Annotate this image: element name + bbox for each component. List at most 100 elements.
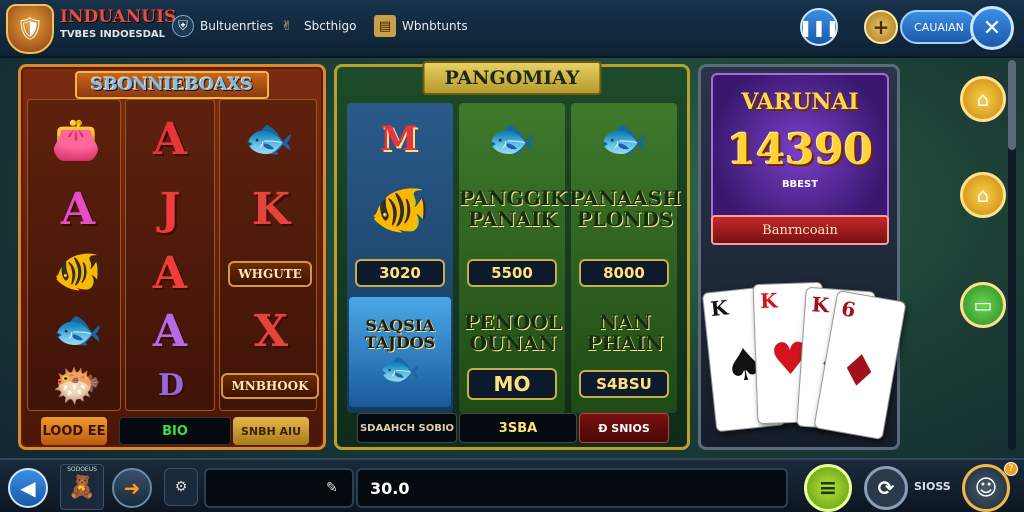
menu-icon: ≡ [818,475,838,501]
panel-title: PANGOMIAY [422,61,602,95]
fish-icon: 🐟 [53,307,103,353]
brand-text: INDUANUIS TVBES INDOESDAL [60,9,176,40]
card-rank: K [709,295,730,322]
add-coins-button[interactable]: + [864,10,898,44]
brand-title: INDUANUIS [60,7,177,27]
scrollbar[interactable] [1008,60,1016,450]
word-symbol: PENOOL OUNAN [464,310,562,355]
shuffle-icon: ✕ [982,15,1002,41]
nav-label: Bultuenrties [200,19,274,33]
jackpot-title: VARUNAI [741,89,859,115]
card-rank: K [759,288,778,314]
back-button[interactable]: ◀ [8,468,48,508]
bottom-bar: ◀ SODOEUS 🧸 ➜ ⚙ ✎ 30.0 ≡ ⟳ SIOSS ☺ ? [0,458,1024,512]
amount-value: 5500 [467,259,557,287]
brand-subtitle: TVBES INDOESDAL [60,29,166,40]
settings-button[interactable]: ⚙ [164,468,198,506]
letter-symbol: A [152,113,188,165]
shop-icon: ⌂ [976,183,990,207]
user-icon: ☺ [974,475,998,501]
promo-button[interactable]: Banrncoain [711,215,889,245]
spin-button[interactable]: Ð SNIOS [579,413,669,443]
bet-label: SDAAHCH SOBIO [357,413,457,443]
ticket-button[interactable]: ▭ [960,282,1006,328]
nav-item-sbcthigo[interactable]: ✌ Sbcthigo [276,12,357,40]
jackpot-sub: BBEST [781,179,819,190]
letter-symbol: A [60,183,96,235]
win-display: 3SBA [459,413,577,443]
fish-icon: 🐟 [378,348,422,389]
fish-icon: 🐠 [370,182,430,238]
shop-button[interactable]: ⌂ [960,172,1006,218]
promo-panel: VARUNAI 14390 BBEST Banrncoain K ♠ K ♥ K… [698,64,907,450]
signin-button[interactable]: CAUAIAN [900,10,978,44]
forward-button[interactable]: ➜ [112,468,152,508]
fish-icon: 🐡 [52,363,102,409]
spin-label[interactable]: SNBH AIU [233,417,309,445]
nav-label: Wbnbtunts [402,19,468,33]
character-icon: 🧸 [68,475,96,500]
amount-value: 8000 [579,259,669,287]
main-nav: ⛨ Bultuenrties ✌ Sbcthigo ▤ Wbnbtunts [166,6,806,46]
bet-display: BIO [119,417,231,445]
card-rank: 6 [839,296,858,323]
amount-value: S4BSU [579,370,669,398]
wallet-symbol-icon: 👛 [51,117,101,163]
letter-symbol: A [152,247,188,299]
brand-logo[interactable]: 🛡 [6,4,54,54]
shield-icon: ⛨ [172,15,194,37]
fish-icon: 🐠 [53,249,103,295]
tile-text: SAQSIA TAJDOS [364,316,436,352]
letter-symbol: K [251,183,291,235]
fish-icon: 🐟 [244,116,294,162]
jackpot-amount: 14390 [726,125,874,174]
word-symbol: PANGGIK PANAIK [458,186,568,231]
nav-label: Sbcthigo [304,19,357,33]
word-symbol-label: MNBHOOK [221,373,319,399]
amount-slot: 5500 [467,257,557,289]
scrollbar-thumb[interactable] [1008,60,1016,150]
panel-title: SBONNIEBOAXS [75,71,269,99]
ticket-icon: ▭ [973,293,993,317]
lines-button[interactable]: LOOD EE [41,417,107,445]
pause-icon: ❚❚❚ [798,17,840,37]
top-bar: 🛡 INDUANUIS TVBES INDOESDAL ⛨ Bultuenrti… [0,0,1024,58]
shuffle-button[interactable]: ✕ [970,6,1014,50]
amount-value: MO [467,368,557,400]
word-symbol: NAN PHAIN [586,310,664,355]
map-icon: ⌂ [976,87,990,111]
menu-button[interactable]: ≡ [804,464,852,512]
diamond-icon: ♦ [835,342,883,400]
avatar[interactable]: SODOEUS 🧸 [60,464,104,510]
bet-amount-field[interactable]: 30.0 [356,468,788,508]
nav-item-bultuenrties[interactable]: ⛨ Bultuenrties [172,12,273,40]
letter-symbol: J [159,183,181,235]
word-symbol: PANAASH PLONDS [569,186,681,231]
chat-icon: ✎ [326,480,338,496]
message-field[interactable]: ✎ [204,468,354,508]
crest-icon: 🛡 [16,16,44,42]
tile-symbol: SAQSIA TAJDOS 🐟 [349,297,451,407]
slot-panel-center: PANGOMIAY M 🐟 🐟 🐠 PANGGIK PANAIK PANAASH… [334,61,690,450]
card-rank: K [810,292,830,318]
fish-icon: 🐟 [599,116,649,162]
pause-button[interactable]: ❚❚❚ [798,8,840,46]
refresh-icon: ⟳ [877,476,895,500]
nav-item-wbnbtunts[interactable]: ▤ Wbnbtunts [374,12,468,40]
letter-symbol: M [380,119,418,159]
plus-icon: + [872,15,890,39]
amount-slot: S4BSU [579,367,669,401]
avatar-label: SODOEUS [67,466,97,473]
ticket-icon: ▤ [374,15,396,37]
autospin-button[interactable]: ⟳ [864,466,908,510]
amount-slot: 8000 [579,257,669,289]
profile-button[interactable]: ☺ [962,464,1010,512]
letter-symbol: A [152,305,188,357]
letter-symbol: D [157,367,184,403]
fish-icon: 🐟 [487,116,537,162]
map-button[interactable]: ⌂ [960,76,1006,122]
hand-icon: ✌ [281,18,293,34]
notification-badge: ? [1004,462,1018,476]
gear-icon: ⚙ [174,479,188,495]
bet-amount-value: 30.0 [370,478,410,498]
